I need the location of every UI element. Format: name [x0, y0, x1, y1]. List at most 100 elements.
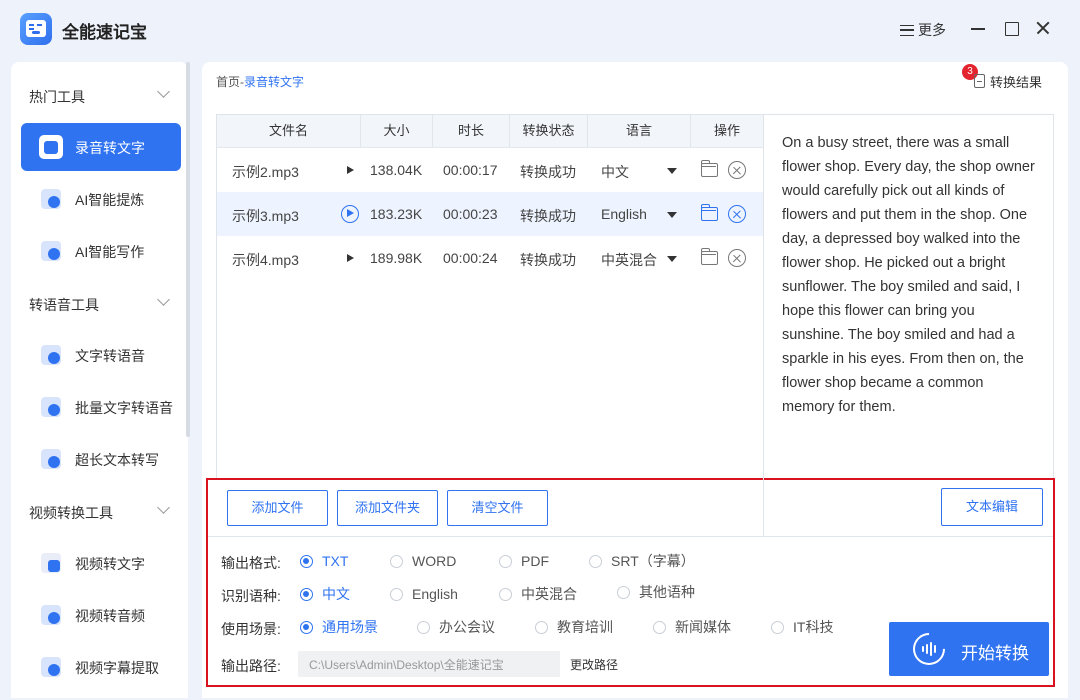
sidebar-item-audio-to-text[interactable]: 录音转文字	[21, 123, 181, 171]
pen-icon	[41, 241, 61, 261]
subtitle-icon	[41, 657, 61, 677]
folder-icon[interactable]	[700, 248, 718, 265]
long-text-icon	[41, 449, 61, 469]
remove-circle-icon[interactable]	[728, 205, 746, 223]
play-icon[interactable]	[341, 161, 359, 179]
caret-down-icon[interactable]	[667, 168, 677, 174]
conversion-results-button[interactable]: 转换结果	[974, 72, 1042, 90]
music-note-icon	[41, 605, 61, 625]
sidebar-scrollbar[interactable]	[186, 62, 190, 437]
app-title: 全能速记宝	[62, 23, 147, 42]
file-name: 示例3.mp3	[232, 208, 299, 224]
header-size: 大小	[383, 123, 410, 138]
audio-bars-icon	[922, 642, 938, 656]
scene-option-general[interactable]: 通用场景	[300, 617, 378, 637]
language-option-english[interactable]: English	[390, 584, 458, 604]
close-icon[interactable]	[1035, 20, 1051, 36]
conversion-status: 转换成功	[520, 164, 576, 180]
sidebar-group-tts-tools[interactable]: 转语音工具	[11, 289, 188, 319]
ai-extract-icon	[41, 189, 61, 209]
start-conversion-button[interactable]: 开始转换	[889, 622, 1049, 676]
sidebar-item-long-text[interactable]: 超长文本转写	[21, 435, 181, 483]
format-option-srt[interactable]: SRT（字幕）	[589, 551, 695, 571]
language-option-other[interactable]: 其他语种	[617, 582, 695, 602]
maximize-icon[interactable]	[1003, 20, 1019, 36]
scene-option-education[interactable]: 教育培训	[535, 617, 613, 637]
folder-icon[interactable]	[700, 160, 718, 177]
sidebar-item-text-to-speech[interactable]: 文字转语音	[21, 331, 181, 379]
menu-icon	[900, 24, 914, 36]
add-folder-button[interactable]: 添加文件夹	[337, 490, 438, 526]
sidebar-item-ai-writing[interactable]: AI智能写作	[21, 227, 181, 275]
language-select[interactable]: English	[601, 206, 647, 222]
language-select[interactable]: 中英混合	[601, 250, 657, 270]
sidebar-item-video-to-text[interactable]: 视频转文字	[21, 539, 181, 587]
sidebar-item-ai-extract[interactable]: AI智能提炼	[21, 175, 181, 223]
minimize-icon[interactable]	[970, 20, 986, 36]
conversion-status: 转换成功	[520, 252, 576, 268]
sidebar-item-video-to-audio[interactable]: 视频转音频	[21, 591, 181, 639]
sidebar-item-subtitle-extract[interactable]: 视频字幕提取	[21, 643, 181, 691]
format-option-txt[interactable]: TXT	[300, 551, 348, 571]
document-icon	[974, 74, 985, 88]
chevron-down-icon	[157, 293, 170, 306]
usage-scene-label: 使用场景:	[221, 621, 281, 637]
language-option-mixed[interactable]: 中英混合	[499, 584, 577, 604]
remove-circle-icon[interactable]	[728, 249, 746, 267]
file-table: 文件名 大小 时长 转换状态 语言 操作 示例2.mp3 138.04K 00:…	[216, 114, 763, 478]
more-menu-button[interactable]: 更多	[900, 20, 946, 40]
file-size: 138.04K	[370, 162, 423, 178]
change-path-link[interactable]: 更改路径	[570, 656, 618, 673]
folder-icon[interactable]	[700, 204, 718, 221]
sidebar-group-video-tools[interactable]: 视频转换工具	[11, 497, 188, 527]
table-header: 文件名 大小 时长 转换状态 语言 操作	[217, 115, 763, 148]
transcript-panel[interactable]: On a busy street, there was a small flow…	[763, 114, 1054, 478]
scene-option-meeting[interactable]: 办公会议	[417, 617, 495, 637]
text-edit-button[interactable]: 文本编辑	[941, 488, 1043, 526]
chevron-down-icon	[157, 501, 170, 514]
file-duration: 00:00:23	[443, 206, 498, 222]
batch-speech-icon	[41, 397, 61, 417]
language-select[interactable]: 中文	[601, 162, 629, 182]
file-size: 189.98K	[370, 250, 423, 266]
output-path-field[interactable]	[298, 651, 560, 677]
format-option-pdf[interactable]: PDF	[499, 551, 549, 571]
breadcrumb-home[interactable]: 首页	[216, 75, 240, 89]
header-duration: 时长	[457, 123, 484, 138]
scene-option-news[interactable]: 新闻媒体	[653, 617, 731, 637]
breadcrumb: 首页-录音转文字	[216, 73, 304, 90]
sidebar-item-batch-tts[interactable]: 批量文字转语音	[21, 383, 181, 431]
table-row[interactable]: 示例3.mp3 183.23K 00:00:23 转换成功 English	[217, 192, 763, 236]
file-name: 示例2.mp3	[232, 164, 299, 180]
output-path-label: 输出路径:	[221, 658, 281, 674]
video-text-icon	[41, 553, 61, 573]
scene-option-it[interactable]: IT科技	[771, 617, 833, 637]
table-row[interactable]: 示例4.mp3 189.98K 00:00:24 转换成功 中英混合	[217, 236, 763, 280]
play-icon[interactable]	[341, 249, 359, 267]
breadcrumb-current: 录音转文字	[244, 75, 305, 89]
app-logo-icon	[20, 13, 52, 45]
clear-files-button[interactable]: 清空文件	[447, 490, 548, 526]
transcript-text: On a busy street, there was a small flow…	[782, 135, 1035, 415]
output-format-label: 输出格式:	[221, 555, 281, 571]
caret-down-icon[interactable]	[667, 212, 677, 218]
recognition-language-label: 识别语种:	[221, 588, 281, 604]
format-option-word[interactable]: WORD	[390, 551, 456, 571]
add-file-button[interactable]: 添加文件	[227, 490, 328, 526]
table-row[interactable]: 示例2.mp3 138.04K 00:00:17 转换成功 中文	[217, 148, 763, 192]
remove-circle-icon[interactable]	[728, 161, 746, 179]
file-name: 示例4.mp3	[232, 252, 299, 268]
title-bar: 全能速记宝 更多	[0, 0, 1080, 60]
main-panel: 首页-录音转文字 3 转换结果 文件名 大小 时长 转换状态 语言 操作 示例2…	[202, 62, 1068, 698]
play-icon[interactable]	[341, 205, 359, 223]
more-label: 更多	[918, 22, 946, 38]
language-option-chinese[interactable]: 中文	[300, 584, 350, 604]
caret-down-icon[interactable]	[667, 256, 677, 262]
sidebar: 热门工具 录音转文字 AI智能提炼 AI智能写作 转语音工具 文字转语音 批量文…	[11, 62, 188, 698]
conversion-status: 转换成功	[520, 208, 576, 224]
file-size: 183.23K	[370, 206, 423, 222]
audio-text-icon	[39, 135, 63, 159]
sidebar-group-hot-tools[interactable]: 热门工具	[11, 81, 188, 111]
file-duration: 00:00:24	[443, 250, 498, 266]
file-duration: 00:00:17	[443, 162, 498, 178]
